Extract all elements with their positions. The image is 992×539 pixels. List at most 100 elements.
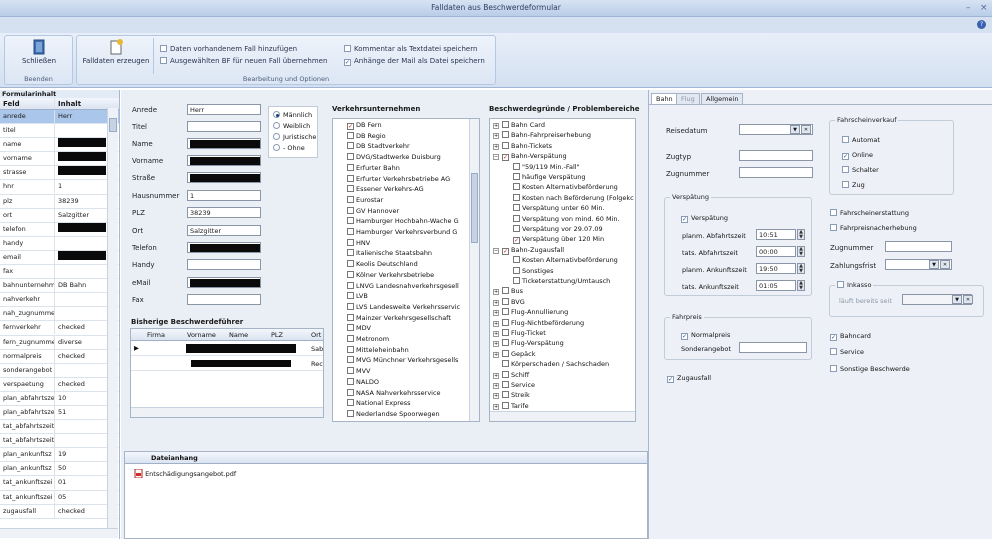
col-ort[interactable]: Ort — [311, 331, 321, 339]
form-content-hscroll[interactable] — [0, 528, 118, 538]
reason-checkbox[interactable] — [502, 339, 509, 347]
radio-juristische[interactable]: Juristische — [273, 133, 316, 141]
companies-scroll-thumb[interactable] — [471, 173, 478, 243]
company-checkbox[interactable] — [347, 345, 354, 353]
sales-online-box[interactable] — [842, 153, 849, 160]
table-row[interactable]: plan_ankunftsz 19 — [0, 448, 119, 463]
fahrpreisnacherhebung-box[interactable] — [830, 224, 837, 231]
reason-checkbox[interactable] — [502, 141, 509, 149]
expand-icon[interactable]: + — [493, 320, 499, 327]
chevron-down-icon[interactable]: ▼ — [929, 260, 939, 269]
reason-checkbox[interactable] — [502, 297, 509, 305]
reason-checkbox[interactable] — [502, 401, 509, 409]
table-row[interactable]: email — [0, 250, 119, 266]
company-checkbox[interactable] — [347, 292, 354, 300]
company-checkbox[interactable] — [347, 367, 354, 375]
previous-row[interactable]: ▶ Sab — [131, 342, 323, 356]
table-row[interactable]: plan_abfahrtsze 10 — [0, 391, 119, 406]
table-row[interactable]: tat_ankunftszei 01 — [0, 476, 119, 491]
expand-icon[interactable]: + — [493, 403, 499, 410]
previous-row[interactable]: Rec — [131, 357, 323, 371]
expand-icon[interactable]: + — [493, 289, 499, 296]
table-row[interactable]: handy — [0, 236, 119, 251]
company-item[interactable]: HNV — [347, 238, 370, 247]
company-item[interactable]: MVV — [347, 367, 371, 375]
sales-schalter[interactable]: Schalter — [842, 166, 879, 174]
company-checkbox[interactable] — [347, 302, 354, 310]
company-item[interactable]: DB Stadtverkehr — [347, 142, 410, 150]
reason-checkbox[interactable] — [502, 318, 509, 326]
company-checkbox[interactable] — [347, 377, 354, 385]
handy-field[interactable] — [187, 259, 261, 270]
expand-icon[interactable]: + — [493, 133, 499, 140]
reason-item[interactable]: + Bahn-Tickets — [493, 141, 552, 150]
reason-item[interactable]: − Bahn-Verspätung — [493, 152, 567, 162]
previous-hscroll[interactable] — [131, 407, 323, 417]
company-item[interactable]: Hamburger Verkehrsverbund G — [347, 228, 457, 236]
company-checkbox[interactable] — [347, 281, 354, 289]
reason-item[interactable]: Verspätung über 120 Min — [513, 235, 604, 245]
company-checkbox[interactable] — [347, 313, 354, 321]
col-vorname[interactable]: Vorname — [187, 331, 216, 339]
hausnummer-field[interactable]: 1 — [187, 190, 261, 201]
spinner-icon[interactable]: ▲ ▼ — [797, 229, 805, 240]
company-checkbox[interactable] — [347, 206, 354, 214]
table-row[interactable]: tat_abfahrtszeit — [0, 434, 119, 449]
fahrscheinerstattung-checkbox[interactable]: Fahrscheinerstattung — [830, 209, 909, 217]
table-row[interactable]: anrede Herr — [0, 110, 119, 125]
radio-ohne-circle[interactable] — [273, 144, 280, 151]
inkasso-box[interactable] — [837, 281, 844, 288]
company-item[interactable]: LNVG Landesnahverkehrsgesell — [347, 281, 459, 290]
spinner-icon[interactable]: ▲ ▼ — [797, 280, 805, 291]
reason-checkbox[interactable] — [513, 214, 520, 222]
chevron-down-icon[interactable]: ▼ — [952, 295, 962, 304]
company-item[interactable]: Mainzer Verkehrsgesellschaft — [347, 313, 451, 322]
company-item[interactable]: DVG/Stadtwerke Duisburg — [347, 153, 441, 161]
company-checkbox[interactable] — [347, 185, 354, 193]
anrede-field[interactable]: Herr — [187, 104, 261, 115]
spinner-icon[interactable]: ▲ ▼ — [797, 246, 805, 257]
reason-checkbox[interactable] — [502, 381, 509, 388]
company-item[interactable]: GV Hannover — [347, 206, 399, 215]
zugausfall-checkbox[interactable]: Zugausfall — [667, 374, 711, 383]
option-add-to-case[interactable]: Daten vorhandenem Fall hinzufügen — [160, 45, 297, 53]
company-item[interactable]: Eurostar — [347, 195, 383, 204]
col-header-field[interactable]: Feld — [0, 98, 55, 109]
reason-checkbox[interactable] — [502, 121, 509, 128]
reason-item[interactable]: Sonstiges — [513, 266, 553, 275]
reason-checkbox[interactable] — [502, 247, 509, 255]
reason-checkbox[interactable] — [513, 173, 520, 180]
expand-icon[interactable] — [493, 360, 499, 366]
tab-bahn[interactable]: Bahn — [651, 93, 678, 104]
table-row[interactable]: bahnunternehm DB Bahn — [0, 279, 119, 294]
sales-automat[interactable]: Automat — [842, 136, 880, 144]
zugnummer-field[interactable] — [739, 167, 813, 178]
fax-field[interactable] — [187, 294, 261, 305]
close-button[interactable]: Schließen — [9, 39, 69, 65]
reason-checkbox[interactable] — [513, 193, 520, 201]
spinner-icon[interactable]: ▲ ▼ — [797, 263, 805, 274]
expand-icon[interactable]: + — [493, 341, 499, 348]
plz-field[interactable]: 38239 — [187, 207, 261, 218]
reason-item[interactable]: Verspätung vor 29.07.09 — [513, 225, 603, 233]
reason-checkbox[interactable] — [513, 277, 520, 284]
clear-x-icon[interactable]: ✕ — [963, 295, 973, 304]
verspaetung-checkbox[interactable]: Verspätung — [681, 214, 728, 223]
reason-item[interactable]: + BVG — [493, 297, 525, 306]
clear-x-icon[interactable]: ✕ — [940, 260, 950, 269]
table-row[interactable]: name — [0, 138, 119, 153]
attachment-file-item[interactable]: Entschädigungsangebot.pdf — [134, 468, 236, 479]
minimize-icon[interactable]: – — [966, 3, 971, 13]
reason-item[interactable]: Verspätung unter 60 Min. — [513, 204, 605, 212]
reason-item[interactable]: Körperschaden / Sachschaden — [493, 360, 609, 368]
table-row[interactable]: tat_ankunftszei 05 — [0, 490, 119, 505]
checkbox-add-to-case[interactable] — [160, 45, 167, 52]
ort-field[interactable]: Salzgitter — [187, 225, 261, 236]
sales-online[interactable]: Online — [842, 151, 873, 160]
sonstige-beschwerde-checkbox[interactable]: Sonstige Beschwerde — [830, 365, 910, 373]
checkbox-new-case[interactable] — [160, 57, 167, 64]
expand-icon[interactable]: + — [493, 393, 499, 400]
reason-item[interactable]: + Flug-Nichtbeförderung — [493, 318, 584, 327]
chevron-down-icon[interactable]: ▼ — [790, 125, 800, 134]
tats-ankunft-field[interactable]: 01:05 — [756, 280, 796, 291]
